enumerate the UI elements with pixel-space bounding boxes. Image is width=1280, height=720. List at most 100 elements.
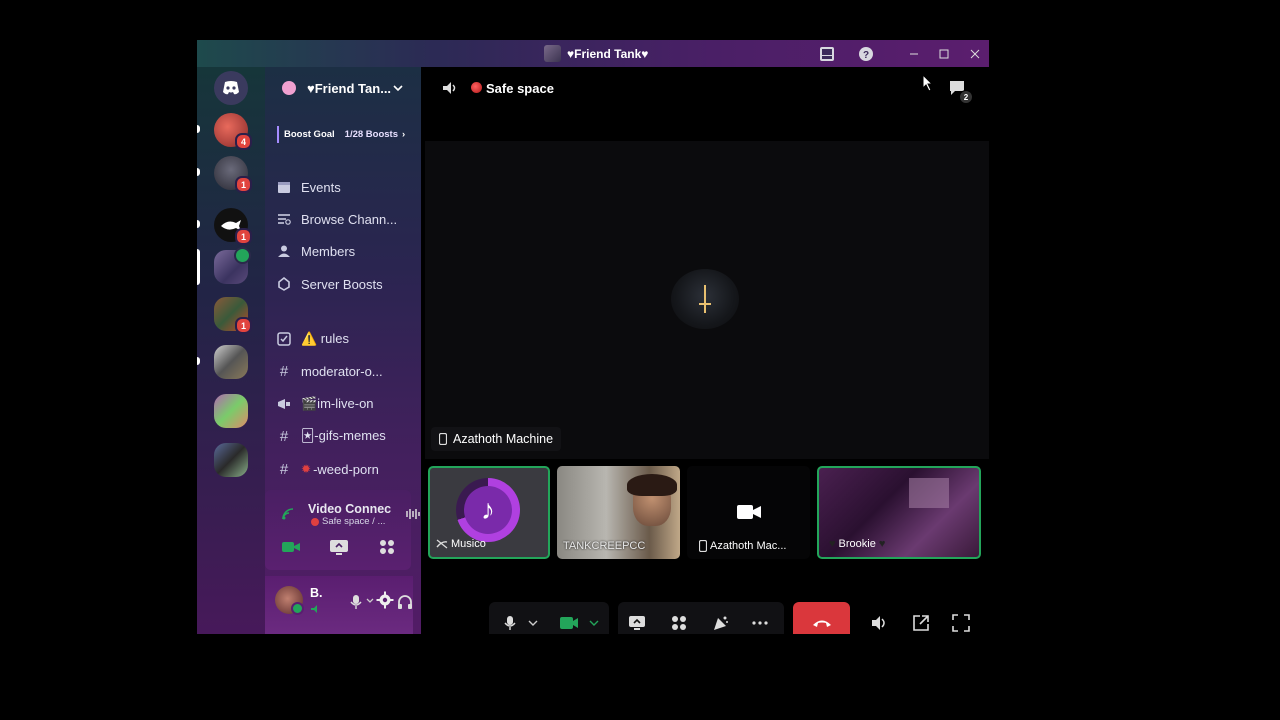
voice-active-icon	[234, 247, 251, 264]
calendar-icon	[275, 180, 293, 194]
tile-name: Azathoth Mac...	[710, 540, 787, 552]
speaker-icon	[443, 82, 456, 94]
microphone-icon[interactable]	[503, 615, 517, 631]
tile-name: Musico	[451, 538, 486, 550]
server-name: ♥Friend Tan...	[307, 81, 392, 96]
leaf-emoji-icon: ✹	[301, 462, 312, 476]
server-header[interactable]: ♥Friend Tan...	[265, 67, 421, 111]
server-avatar-icon	[544, 45, 561, 62]
channel-label: ⚠️ rules	[301, 331, 349, 346]
boost-goal-label: Boost Goal	[284, 129, 335, 140]
guild-icon[interactable]: 1	[214, 156, 252, 193]
chevron-down-icon[interactable]	[589, 620, 599, 627]
voice-channel[interactable]: Safe space / ...	[322, 516, 392, 527]
participant-tile-azathoth[interactable]: Azathoth Mac...	[687, 466, 810, 559]
microphone-icon[interactable]	[349, 594, 363, 610]
menu-item-label: Browse Chann...	[301, 211, 398, 227]
minimize-icon[interactable]	[904, 44, 924, 64]
participant-count-badge: 2	[959, 90, 973, 104]
unread-pill	[197, 357, 200, 365]
unread-pill	[197, 168, 200, 176]
participant-tile-musico[interactable]: ♪ Musico	[428, 466, 550, 559]
guild-folder-icon[interactable]: 1	[214, 297, 252, 334]
channel-gifs-memes[interactable]: # 🃏-gifs-memes	[275, 423, 415, 449]
activities-icon[interactable]	[670, 614, 688, 632]
music-avatar: ♪	[456, 478, 520, 542]
mobile-icon	[699, 540, 707, 552]
participant-tile-tankcreepcc[interactable]: TANKCREEPCC	[557, 466, 680, 559]
avatar[interactable]	[275, 586, 304, 615]
unread-pill	[197, 220, 200, 228]
online-status-icon	[291, 602, 304, 615]
menu-item-server-boosts[interactable]: Server Boosts	[275, 271, 415, 297]
close-icon[interactable]	[965, 44, 985, 64]
hash-icon: #	[279, 427, 289, 445]
boost-icon	[275, 277, 293, 291]
end-call-button[interactable]	[793, 602, 850, 634]
username[interactable]: B.	[310, 586, 323, 600]
signal-icon[interactable]	[281, 507, 295, 521]
soundboard-icon[interactable]	[711, 614, 729, 632]
hang-up-icon	[812, 620, 831, 627]
streaming-muted-icon	[436, 539, 448, 549]
channel-moderator[interactable]: # moderator-o...	[275, 358, 415, 384]
camera-icon	[737, 505, 761, 519]
menu-item-events[interactable]: Events	[275, 174, 415, 200]
chevron-down-icon[interactable]	[528, 620, 538, 627]
window-title: ♥Friend Tank♥	[544, 45, 648, 62]
focused-video-stage[interactable]: Azathoth Machine	[425, 141, 989, 459]
maximize-icon[interactable]	[934, 44, 954, 64]
guild-folder-icon[interactable]	[214, 394, 248, 428]
server-profile-icon	[282, 81, 296, 95]
mouse-cursor-icon	[922, 74, 934, 92]
heart-icon: ♥	[878, 538, 886, 550]
mention-badge: 1	[235, 317, 252, 334]
webcam-hair	[627, 474, 677, 496]
guild-icon-selected[interactable]	[214, 247, 251, 284]
guild-folder-icon[interactable]	[214, 345, 248, 379]
help-icon[interactable]: ?	[856, 44, 876, 64]
discord-home-icon[interactable]	[214, 71, 248, 105]
headphones-icon[interactable]	[397, 594, 413, 610]
unread-pill	[197, 125, 200, 133]
volume-icon[interactable]	[871, 615, 889, 631]
channel-label: 🃏-gifs-memes	[301, 428, 386, 443]
focused-name-tag: Azathoth Machine	[431, 427, 562, 451]
more-options-icon[interactable]	[751, 621, 769, 625]
tile-label: Azathoth Mac...	[699, 540, 786, 552]
focused-name: Azathoth Machine	[453, 432, 554, 446]
guild-folder-icon[interactable]	[214, 443, 248, 477]
speaking-icon	[311, 605, 317, 613]
menu-item-browse-channels[interactable]: Browse Chann...	[275, 206, 415, 232]
music-note-icon: ♪	[464, 486, 512, 534]
menu-item-members[interactable]: Members	[275, 238, 415, 264]
chevron-right-icon: ›	[402, 129, 406, 140]
pop-out-icon[interactable]	[912, 614, 930, 632]
fullscreen-icon[interactable]	[952, 614, 970, 632]
activities-icon[interactable]	[375, 537, 399, 557]
guild-icon[interactable]: 4	[214, 113, 252, 150]
screen-share-icon[interactable]	[327, 537, 351, 557]
screen-share-icon[interactable]	[628, 614, 646, 632]
noise-suppression-icon[interactable]	[405, 508, 421, 520]
participants-button[interactable]: 2	[947, 78, 973, 104]
selected-pill	[197, 249, 200, 285]
channel-emoji-icon	[311, 518, 319, 526]
stream-avatar	[671, 269, 739, 329]
settings-gear-icon[interactable]	[376, 591, 394, 609]
participant-tile-brookie[interactable]: ♥ Brookie ♥	[817, 466, 981, 559]
members-icon	[275, 244, 293, 258]
boost-goal-bar[interactable]: Boost Goal 1/28 Boosts ›	[277, 126, 407, 143]
svg-text:?: ?	[863, 50, 869, 61]
tile-label: Musico	[436, 538, 486, 550]
call-view: Safe space 2 Azathoth Machine ♪ Musico T…	[421, 67, 989, 634]
guild-icon[interactable]: 1	[214, 208, 252, 245]
camera-icon[interactable]	[559, 615, 579, 631]
inbox-icon[interactable]	[817, 44, 837, 64]
channel-weed[interactable]: # ✹ -weed-porn	[275, 456, 415, 482]
chevron-down-icon[interactable]	[366, 598, 374, 604]
mention-badge: 1	[235, 228, 252, 245]
camera-icon[interactable]	[279, 537, 303, 557]
channel-rules[interactable]: ⚠️ rules	[275, 326, 415, 352]
channel-im-live-on[interactable]: 🎬im-live-on	[275, 391, 415, 417]
